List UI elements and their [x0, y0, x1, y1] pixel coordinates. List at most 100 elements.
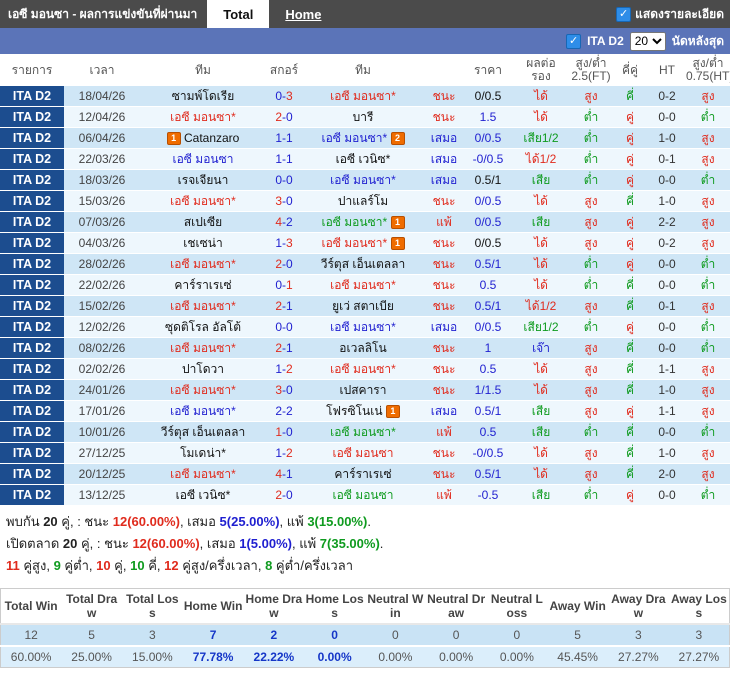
- score: 1-0: [266, 421, 302, 443]
- ou-ft-cell: สูง: [570, 190, 612, 212]
- league-filter-label: ITA D2: [587, 34, 624, 48]
- stats-percent-cell: 60.00%: [0, 646, 62, 668]
- home-goals: 2: [275, 488, 282, 502]
- ou-ht-cell: ต่ำ: [686, 316, 730, 338]
- away-team: โฟรซิโนเน่ 1: [302, 400, 424, 422]
- home-team-name: ปาโดวา: [181, 362, 225, 376]
- ou-ft-cell: สูง: [570, 232, 612, 254]
- ht-score: 2-2: [648, 211, 686, 233]
- summary-segment: 3(15.00%): [307, 514, 368, 529]
- match-date: 22/02/26: [64, 274, 140, 296]
- home-team-name: เชเซน่า: [183, 236, 223, 250]
- away-team-name: เอซี มอนซา*: [330, 173, 396, 187]
- price-cell: 1: [464, 337, 512, 359]
- away-team: เอซี มอนซา: [302, 484, 424, 506]
- handicap-result-text: ได้: [534, 362, 548, 376]
- show-details-checkbox[interactable]: ✓: [616, 6, 632, 22]
- handicap-result-cell: ได้: [512, 274, 570, 296]
- result-cell: เสมอ: [424, 148, 464, 170]
- league-filter-checkbox[interactable]: ✓: [566, 33, 582, 49]
- league-badge: ITA D2: [0, 190, 64, 212]
- show-details-label: แสดงรายละเอียด: [635, 6, 724, 21]
- result-text: เสมอ: [430, 152, 458, 166]
- col-header-ou-ft: สูง/ต่ำ 2.5(FT): [570, 54, 612, 86]
- ou-ft-text: สูง: [584, 446, 598, 460]
- tab-home[interactable]: Home: [269, 0, 337, 28]
- odd-even-cell: คู่: [612, 169, 648, 191]
- summary-line-market: เปิดตลาด 20 คู่, : ชนะ 12(60.00%), เสมอ …: [6, 536, 730, 551]
- ou-ht-text: ต่ำ: [700, 173, 716, 187]
- price-text: -0.5: [477, 488, 499, 502]
- price-text: -0/0.5: [472, 446, 504, 460]
- match-row: ITA D2 10/01/26 วีร์ตุส เอ็นเตลลา 1-0 เอซี ม…: [0, 421, 730, 443]
- price-cell: 0/0.5: [464, 232, 512, 254]
- away-team-name: เอซี มอนซา: [332, 446, 394, 460]
- price-cell: 1/1.5: [464, 379, 512, 401]
- price-text: 0.5/1: [474, 257, 502, 271]
- price-cell: 0.5: [464, 421, 512, 443]
- match-date: 13/12/25: [64, 484, 140, 506]
- summary-segment: พบกัน: [6, 514, 44, 529]
- summary-segment: .: [379, 536, 384, 551]
- col-header-odd-even: คี่คู่: [612, 54, 648, 86]
- match-row: ITA D2 12/02/26 ซุดติโรล อัลโต้ 0-0 เอซี มอน…: [0, 316, 730, 338]
- away-team-name: เปสคารา: [339, 383, 387, 397]
- ou-ht-cell: สูง: [686, 463, 730, 485]
- col-header-home-team: ทีม: [140, 54, 266, 86]
- away-goals: 1: [286, 341, 293, 355]
- match-history-table: รายการ เวลา ทีม สกอร์ ทีม ราคา ผลต่อ รอง…: [0, 54, 730, 506]
- odd-even-text: คู่: [625, 215, 635, 229]
- match-row: ITA D2 22/03/26 เอซี มอนซา 1-1 เอซี เวนิซ* เส…: [0, 148, 730, 170]
- away-goals: 2: [286, 446, 293, 460]
- ou-ht-cell: สูง: [686, 400, 730, 422]
- home-team-name: เรจเจียนา: [177, 173, 229, 187]
- summary-segment: คู่,: [110, 558, 131, 573]
- price-text: 0.5: [479, 425, 497, 439]
- match-count-select[interactable]: 20: [629, 31, 666, 51]
- summary-segment: 20: [62, 536, 78, 551]
- col-header-score: สกอร์: [266, 54, 302, 86]
- price-text: 0/0.5: [474, 131, 502, 145]
- stats-count-cell: 2: [243, 624, 305, 647]
- home-goals: 2: [275, 341, 282, 355]
- score: 2-0: [266, 484, 302, 506]
- result-text: ชนะ: [432, 467, 456, 481]
- match-date: 08/02/26: [64, 337, 140, 359]
- away-team: เอซี มอนซา*: [302, 274, 424, 296]
- stats-col-header: Neutral Loss: [486, 588, 548, 625]
- price-text: 0/0.5: [474, 89, 502, 103]
- ou-ft-cell: สูง: [570, 295, 612, 317]
- home-team: วีร์ตุส เอ็นเตลลา: [140, 421, 266, 443]
- summary-section: พบกัน 20 คู่, : ชนะ 12(60.00%), เสมอ 5(2…: [0, 506, 730, 586]
- col-header-date: เวลา: [64, 54, 140, 86]
- away-team-name: เอซี มอนซา*: [330, 278, 396, 292]
- odd-even-text: คู่: [625, 110, 635, 124]
- handicap-result-cell: เสีย1/2: [512, 127, 570, 149]
- away-team: เอซี มอนซา* 1: [302, 232, 424, 254]
- ou-ht-cell: ต่ำ: [686, 274, 730, 296]
- handicap-result-text: เจ๊า: [532, 341, 550, 355]
- summary-segment: 12(60.00%): [112, 514, 180, 529]
- ou-ht-text: ต่ำ: [700, 110, 716, 124]
- match-row: ITA D2 20/12/25 เอซี มอนซา* 4-1 คาร์ราเรเซ่ ช…: [0, 463, 730, 485]
- ht-score: 0-0: [648, 421, 686, 443]
- result-text: เสมอ: [430, 320, 458, 334]
- odd-even-text: คี่: [625, 425, 635, 439]
- ou-ht-cell: สูง: [686, 127, 730, 149]
- match-date: 15/03/26: [64, 190, 140, 212]
- away-team-name: เอซี มอนซา: [332, 488, 394, 502]
- ou-ht-text: สูง: [701, 89, 715, 103]
- tab-total-label: Total: [223, 6, 254, 22]
- summary-segment: 20: [43, 514, 58, 529]
- match-row: ITA D2 13/12/25 เอซี เวนิซ* 2-0 เอซี มอนซา แพ…: [0, 484, 730, 506]
- ou-ht-cell: ต่ำ: [686, 484, 730, 506]
- price-text: 0/0.5: [474, 194, 502, 208]
- price-text: 1.5: [479, 110, 497, 124]
- handicap-result-cell: ได้: [512, 379, 570, 401]
- ou-ft-cell: สูง: [570, 358, 612, 380]
- tab-total[interactable]: Total: [207, 0, 270, 28]
- summary-segment: , แพ้: [279, 514, 308, 529]
- result-cell: ชนะ: [424, 379, 464, 401]
- result-cell: ชนะ: [424, 232, 464, 254]
- stats-col-header: Home Loss: [304, 588, 365, 625]
